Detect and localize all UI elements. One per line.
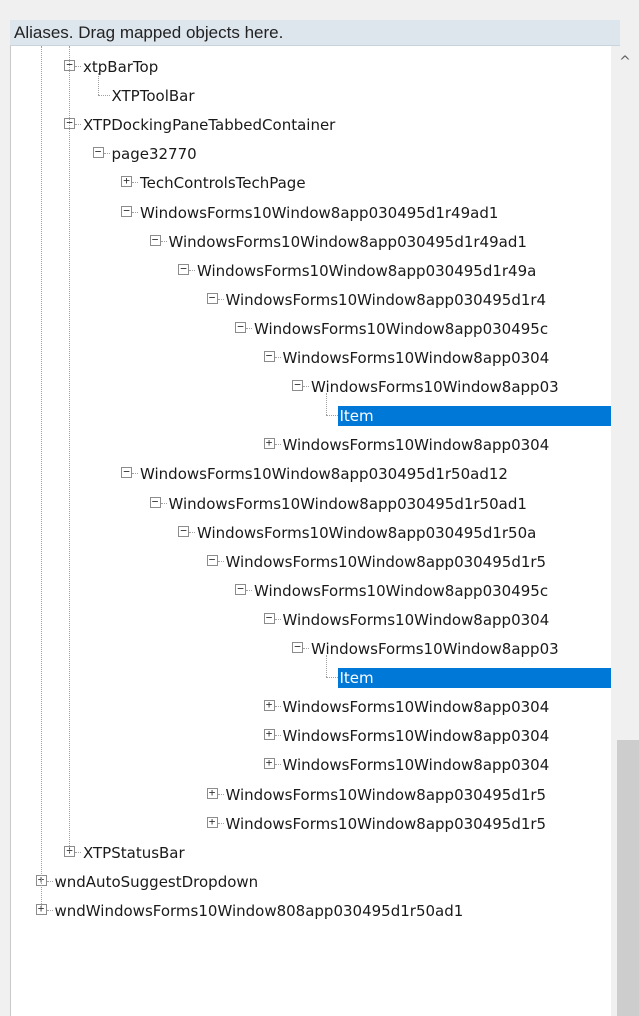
minus-box-icon[interactable]: − [92,146,104,159]
tree-node-label: XTPStatusBar [83,843,185,862]
plus-box-icon[interactable]: + [263,757,275,770]
tree-node-label: WindowsForms10Window8app030495d1r50ad12 [140,465,508,484]
tree-node-label: page32770 [111,145,197,164]
minus-box-icon[interactable]: − [206,554,218,566]
minus-box-icon[interactable]: − [149,496,161,508]
minus-box-icon[interactable]: − [121,466,132,479]
tree-connector-line [325,393,327,416]
scrollbar-thumb[interactable] [617,740,639,1016]
plus-box-icon[interactable]: + [263,437,275,450]
vertical-scrollbar[interactable]: ^ [611,46,639,1016]
tree-node-label: TechControlsTechPage [140,174,306,193]
plus-box-icon[interactable]: + [263,699,275,712]
tree-node-label: WindowsForms10Window8app0304 [282,756,550,775]
plus-box-icon[interactable]: + [263,728,275,741]
panel-title: Aliases. Drag mapped objects here. [10,20,620,46]
tree-node-label: WindowsForms10Window8app0304 [282,349,550,367]
minus-box-icon[interactable]: − [292,379,303,392]
tree-connector-line [325,677,338,679]
minus-box-icon[interactable]: − [292,641,303,653]
tree-node-label: WindowsForms10Window8app030495d1r50ad1 [168,494,527,513]
tree-node-label: Item [337,406,612,427]
minus-box-icon[interactable]: − [235,321,246,333]
tree-node-label: wndWindowsForms10Window808app030495d1r50… [54,901,464,920]
tree-node-label: wndAutoSuggestDropdown [54,872,259,891]
tree-node-label: xtpBarTop [83,58,159,76]
minus-box-icon[interactable]: − [235,583,246,595]
plus-box-icon[interactable]: + [121,175,132,188]
tree-node-label: WindowsForms10Window8app03 [311,378,559,397]
tree-node-label: WindowsForms10Window8app0304 [282,436,550,455]
minus-box-icon[interactable]: − [178,263,189,275]
tree-node-label: WindowsForms10Window8app030495d1r49ad1 [140,203,499,222]
tree-node-label: WindowsForms10Window8app030495d1r5 [225,814,547,833]
minus-box-icon[interactable]: − [178,525,189,537]
alias-tree-view[interactable]: − xtpBarTop XTPToolBar − XTPDockingPaneTabbe… [10,46,612,1016]
tree-node-label: Item [337,668,612,689]
tree-connector-line [97,95,110,97]
minus-box-icon[interactable]: − [206,292,218,304]
panel-header: Aliases. Drag mapped objects here. [0,0,639,46]
tree-node-label: XTPDockingPaneTabbedContainer [83,116,336,135]
minus-box-icon[interactable]: − [121,205,132,217]
tree-node-label: WindowsForms10Window8app030495d1r50a [197,523,537,542]
tree-node-label: WindowsForms10Window8app0304 [282,727,550,746]
tree-node-label: WindowsForms10Window8app03 [311,640,559,658]
tree-connector-line [97,73,99,96]
plus-box-icon[interactable]: + [206,816,218,828]
tree-connector-line [325,415,338,417]
tree-node-label: WindowsForms10Window8app0304 [282,698,550,717]
tree-connector-line [325,655,327,678]
tree-guide-line [69,46,70,852]
tree-guide-line [40,46,42,910]
minus-box-icon[interactable]: − [149,234,161,246]
chevron-up-icon[interactable]: ^ [611,52,639,72]
tree-node-label: WindowsForms10Window8app030495d1r5 [225,785,547,804]
tree-node-label: WindowsForms10Window8app030495d1r4 [225,290,547,309]
plus-box-icon[interactable]: + [206,787,218,799]
tree-node-label: WindowsForms10Window8app030495d1r5 [225,552,547,571]
tree-node-label: WindowsForms10Window8app030495d1r49a [197,261,537,280]
tree-node-label: WindowsForms10Window8app030495c [254,581,549,600]
tree-node-label: WindowsForms10Window8app030495c [254,319,549,338]
tree-node-label: XTPToolBar [111,87,195,106]
tree-node-label: WindowsForms10Window8app030495d1r49ad1 [168,232,527,251]
minus-box-icon[interactable]: − [263,350,275,362]
tree-node-label: WindowsForms10Window8app0304 [282,610,550,629]
minus-box-icon[interactable]: − [263,612,275,624]
